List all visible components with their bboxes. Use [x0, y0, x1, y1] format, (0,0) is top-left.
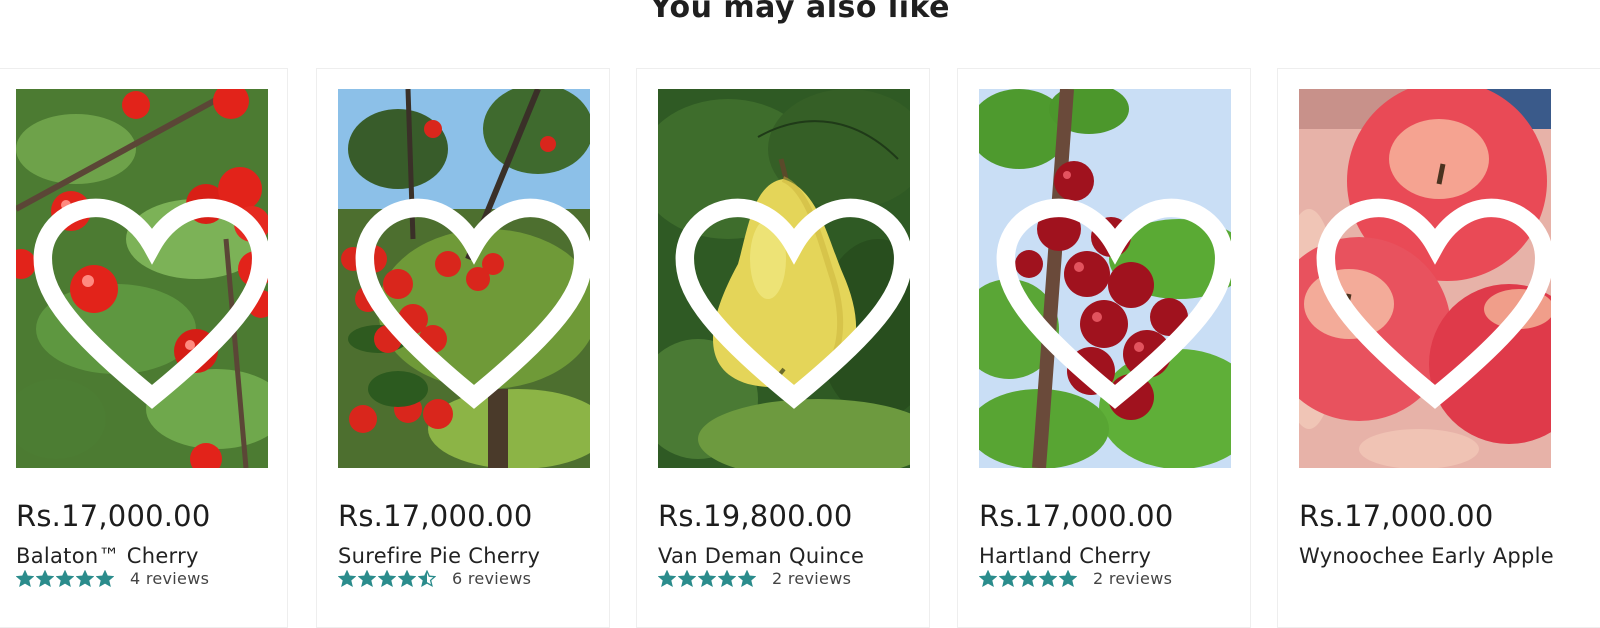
- star-rating: [16, 569, 114, 588]
- star-filled-icon: [1059, 569, 1077, 587]
- star-filled-icon: [718, 569, 736, 587]
- product-card[interactable]: Rs.17,000.00 Surefire Pie Cherry 6 revie…: [316, 68, 610, 628]
- product-image[interactable]: [16, 89, 268, 468]
- star-rating: [979, 569, 1077, 588]
- star-half-icon: [418, 569, 436, 587]
- star-filled-icon: [338, 569, 356, 587]
- product-title[interactable]: Balaton™ Cherry: [16, 541, 276, 571]
- product-carousel: Rs.17,000.00 Balaton™ Cherry 4 reviews R…: [0, 68, 1600, 628]
- star-rating: [338, 569, 436, 588]
- product-rating[interactable]: 2 reviews: [979, 569, 1172, 588]
- star-filled-icon: [36, 569, 54, 587]
- heart-outline-icon[interactable]: [989, 115, 1231, 468]
- product-rating[interactable]: 2 reviews: [658, 569, 851, 588]
- heart-outline-icon[interactable]: [348, 115, 590, 468]
- product-image[interactable]: [658, 89, 910, 468]
- review-count: 4 reviews: [130, 569, 210, 588]
- star-filled-icon: [738, 569, 756, 587]
- product-title[interactable]: Van Deman Quince: [658, 541, 918, 571]
- star-filled-icon: [378, 569, 396, 587]
- heart-outline-icon[interactable]: [26, 115, 268, 468]
- star-filled-icon: [1019, 569, 1037, 587]
- star-filled-icon: [979, 569, 997, 587]
- product-title[interactable]: Wynoochee Early Apple: [1299, 541, 1559, 571]
- product-title[interactable]: Surefire Pie Cherry: [338, 541, 598, 571]
- product-image[interactable]: [338, 89, 590, 468]
- review-count: 6 reviews: [452, 569, 532, 588]
- star-filled-icon: [698, 569, 716, 587]
- star-filled-icon: [16, 569, 34, 587]
- star-filled-icon: [76, 569, 94, 587]
- star-filled-icon: [56, 569, 74, 587]
- product-price: Rs.17,000.00: [979, 499, 1174, 533]
- product-card[interactable]: Rs.17,000.00 Balaton™ Cherry 4 reviews: [0, 68, 288, 628]
- star-filled-icon: [999, 569, 1017, 587]
- star-filled-icon: [96, 569, 114, 587]
- review-count: 2 reviews: [1093, 569, 1173, 588]
- star-filled-icon: [358, 569, 376, 587]
- product-card[interactable]: Rs.17,000.00 Hartland Cherry 2 reviews: [957, 68, 1251, 628]
- star-filled-icon: [658, 569, 676, 587]
- star-filled-icon: [1039, 569, 1057, 587]
- star-rating: [658, 569, 756, 588]
- product-price: Rs.17,000.00: [1299, 499, 1494, 533]
- star-filled-icon: [398, 569, 416, 587]
- product-price: Rs.17,000.00: [16, 499, 211, 533]
- heart-outline-icon[interactable]: [668, 115, 910, 468]
- section-heading: You may also like: [650, 0, 950, 25]
- product-image[interactable]: [979, 89, 1231, 468]
- product-title[interactable]: Hartland Cherry: [979, 541, 1239, 571]
- product-card[interactable]: Rs.17,000.00 Wynoochee Early Apple: [1277, 68, 1600, 628]
- product-card[interactable]: Rs.19,800.00 Van Deman Quince 2 reviews: [636, 68, 930, 628]
- product-price: Rs.17,000.00: [338, 499, 533, 533]
- review-count: 2 reviews: [772, 569, 852, 588]
- product-rating[interactable]: 6 reviews: [338, 569, 531, 588]
- star-filled-icon: [678, 569, 696, 587]
- product-image[interactable]: [1299, 89, 1551, 468]
- product-price: Rs.19,800.00: [658, 499, 853, 533]
- heart-outline-icon[interactable]: [1309, 115, 1551, 468]
- product-rating[interactable]: 4 reviews: [16, 569, 209, 588]
